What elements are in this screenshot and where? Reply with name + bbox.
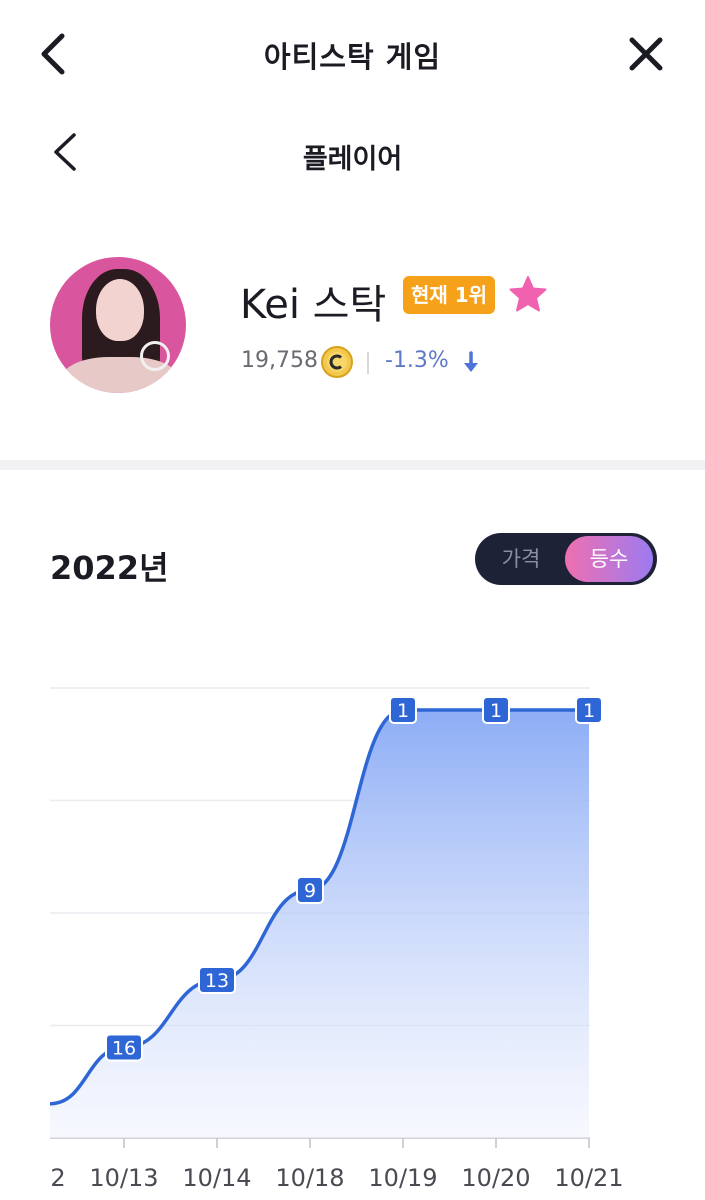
close-icon[interactable] (620, 28, 672, 80)
data-label-text: 1 (583, 700, 595, 722)
data-label: 1 (575, 696, 603, 724)
x-tick-label: 10/13 (89, 1164, 158, 1192)
player-profile: Kei 스탁 현재 1위 19,758 -1.3% (0, 230, 705, 430)
data-label: 16 (105, 1033, 143, 1062)
year-label: 2022년 (50, 549, 169, 587)
avatar (50, 257, 186, 393)
x-tick-label: 10/14 (182, 1164, 251, 1192)
page-title: 아티스탁 게임 (263, 40, 442, 74)
player-name: Kei 스탁 (240, 282, 387, 328)
price-change: -1.3% (385, 348, 449, 373)
divider (367, 352, 369, 374)
data-label: 9 (296, 876, 324, 904)
rank-chart: 16 13 9 1 1 1 2 10/13 10/14 10/18 10/19 10/20 10/21 (49, 687, 624, 1192)
top-bar: 아티스탁 게임 (0, 0, 705, 110)
data-label-text: 13 (205, 970, 229, 992)
section-title: 플레이어 (302, 144, 403, 175)
data-label: 13 (198, 966, 236, 994)
x-tick-label: 10/20 (461, 1164, 530, 1192)
rank-badge: 현재 1위 (403, 276, 496, 314)
x-tick-label: 10/19 (368, 1164, 437, 1192)
star-icon[interactable] (508, 274, 548, 314)
down-arrow-icon (464, 351, 478, 372)
toggle-price-option[interactable]: 가격 (477, 536, 565, 582)
data-label-text: 1 (490, 700, 502, 722)
sub-header: 플레이어 (0, 115, 705, 195)
data-label: 1 (482, 696, 510, 724)
data-label-text: 9 (304, 880, 316, 902)
x-tick-label: 10/21 (554, 1164, 623, 1192)
section-divider (0, 460, 705, 470)
x-tick-label: 10/18 (275, 1164, 344, 1192)
data-label-text: 1 (397, 700, 409, 722)
player-price: 19,758 (241, 348, 318, 373)
x-tick-label: 2 (50, 1164, 65, 1192)
avatar-face (96, 279, 144, 341)
coin-icon (321, 346, 353, 378)
data-label: 1 (389, 696, 417, 724)
price-rank-toggle[interactable]: 가격 등수 (475, 533, 657, 585)
rank-area (50, 710, 589, 1138)
avatar-logo-mark (140, 341, 170, 371)
toggle-rank-option[interactable]: 등수 (565, 536, 653, 582)
data-label-text: 16 (112, 1038, 136, 1060)
